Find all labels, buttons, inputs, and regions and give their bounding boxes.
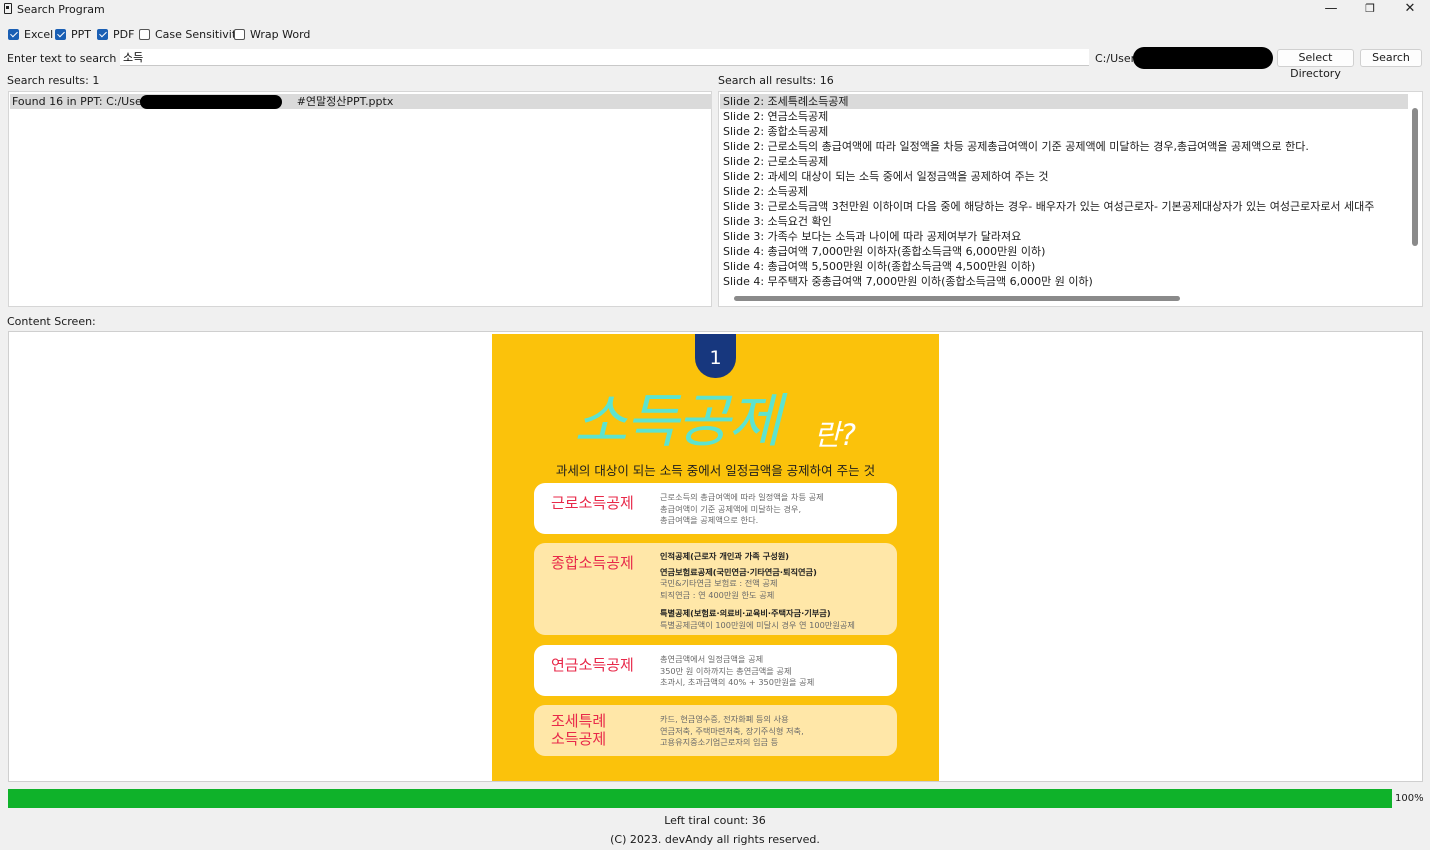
list-item[interactable]: Slide 2: 조세특례소득공제 bbox=[720, 94, 1408, 109]
pdf-label: PDF bbox=[113, 27, 135, 41]
app-icon bbox=[4, 3, 12, 14]
checkbox-checked-icon bbox=[55, 28, 66, 40]
search-results-count: Search results: 1 bbox=[7, 74, 100, 87]
card-text: 총연금액에서 일정금액을 공제 350만 원 이하까지는 총연금액을 공제 초과… bbox=[660, 654, 815, 687]
content-screen: 1 소득공제 란? 과세의 대상이 되는 소득 중에서 일정금액을 공제하여 주… bbox=[8, 331, 1423, 782]
search-label: Enter text to search for: bbox=[7, 52, 139, 65]
ppt-label: PPT bbox=[71, 27, 91, 41]
list-item[interactable]: Slide 4: 무주택자 중총급여액 7,000만원 이하(종합소득금액 6,… bbox=[720, 274, 1408, 289]
slide-subtitle: 과세의 대상이 되는 소득 중에서 일정금액을 공제하여 주는 것 bbox=[555, 463, 876, 478]
close-button[interactable]: ✕ bbox=[1390, 0, 1430, 18]
progress-bar bbox=[8, 789, 1392, 808]
search-button[interactable]: Search bbox=[1360, 49, 1422, 67]
search-input[interactable] bbox=[120, 49, 1089, 66]
slide-card: 조세특례 소득공제 카드, 현금영수증, 전자화폐 등의 사용 연금저축, 주택… bbox=[534, 705, 897, 756]
case-sensitivity-checkbox[interactable]: Case Sensitivity bbox=[139, 27, 243, 41]
card-title: 종합소득공제 bbox=[551, 554, 634, 572]
progress-fill bbox=[8, 789, 1392, 808]
card-text: 근로소득의 총급여액에 따라 일정액을 차등 공제 총급여액이 기준 공제액에 … bbox=[660, 492, 824, 525]
card-text: 카드, 현금영수증, 전자화폐 등의 사용 연금저축, 주택마련저축, 장기주식… bbox=[660, 714, 804, 747]
redacted-path bbox=[140, 95, 282, 109]
list-item[interactable]: Slide 3: 소득요건 확인 bbox=[720, 214, 1408, 229]
slide-number-badge: 1 bbox=[695, 334, 736, 378]
all-results-items: Slide 2: 조세특례소득공제 Slide 2: 연금소득공제 Slide … bbox=[720, 94, 1408, 289]
checkbox-checked-icon bbox=[97, 28, 108, 40]
list-item[interactable]: Slide 2: 근로소득공제 bbox=[720, 154, 1408, 169]
slide-title: 소득공제 bbox=[574, 387, 781, 455]
all-results-list[interactable]: Slide 2: 조세특례소득공제 Slide 2: 연금소득공제 Slide … bbox=[718, 91, 1423, 307]
card-text: 인적공제(근로자 개인과 가족 구성원) 연금보험료공제(국민연금·기타연금·퇴… bbox=[660, 551, 855, 630]
card-title: 연금소득공제 bbox=[551, 656, 634, 674]
search-all-results-count: Search all results: 16 bbox=[718, 74, 834, 87]
case-sensitivity-label: Case Sensitivity bbox=[155, 27, 243, 41]
list-item[interactable]: Slide 2: 과세의 대상이 되는 소득 중에서 일정금액을 공제하여 주는… bbox=[720, 169, 1408, 184]
progress-percent: 100% bbox=[1395, 793, 1424, 804]
result-item[interactable]: Found 16 in PPT: C:/Users/ #연말정산PPT.pptx bbox=[10, 94, 712, 109]
list-item[interactable]: Slide 2: 근로소득의 총급여액에 따라 일정액을 차등 공제총급여액이 … bbox=[720, 139, 1408, 154]
slide-card: 연금소득공제 총연금액에서 일정금액을 공제 350만 원 이하까지는 총연금액… bbox=[534, 645, 897, 696]
list-item[interactable]: Slide 2: 연금소득공제 bbox=[720, 109, 1408, 124]
ppt-checkbox[interactable]: PPT bbox=[55, 27, 91, 41]
maximize-button[interactable]: ❐ bbox=[1350, 0, 1390, 18]
list-item[interactable]: Slide 4: 총급여액 5,500만원 이하(종합소득금액 4,500만원 … bbox=[720, 259, 1408, 274]
wrap-word-label: Wrap Word bbox=[250, 27, 311, 41]
list-item[interactable]: Slide 2: 종합소득공제 bbox=[720, 124, 1408, 139]
list-item[interactable]: Slide 3: 가족수 보다는 소득과 나이에 따라 공제여부가 달라져요 bbox=[720, 229, 1408, 244]
content-screen-label: Content Screen: bbox=[7, 315, 96, 328]
checkbox-checked-icon bbox=[8, 28, 19, 40]
slide-title-suffix: 란? bbox=[814, 418, 857, 452]
slide-card: 근로소득공제 근로소득의 총급여액에 따라 일정액을 차등 공제 총급여액이 기… bbox=[534, 483, 897, 534]
select-directory-button[interactable]: Select Directory bbox=[1277, 49, 1354, 80]
minimize-button[interactable]: — bbox=[1311, 0, 1351, 18]
slide-preview: 1 소득공제 란? 과세의 대상이 되는 소득 중에서 일정금액을 공제하여 주… bbox=[492, 334, 939, 781]
checkbox-unchecked-icon bbox=[139, 28, 150, 40]
card-title: 조세특례 소득공제 bbox=[551, 712, 607, 748]
wrap-word-checkbox[interactable]: Wrap Word bbox=[234, 27, 310, 41]
excel-checkbox[interactable]: Excel bbox=[8, 27, 53, 41]
title-bar bbox=[0, 0, 1430, 18]
copyright: (C) 2023. devAndy all rights reserved. bbox=[610, 833, 820, 846]
list-item[interactable]: Slide 2: 소득공제 bbox=[720, 184, 1408, 199]
result-item-filename: #연말정산PPT.pptx bbox=[296, 95, 394, 108]
result-item-path: Found 16 in PPT: C:/Users/ bbox=[12, 95, 156, 108]
pdf-checkbox[interactable]: PDF bbox=[97, 27, 134, 41]
results-list[interactable]: Found 16 in PPT: C:/Users/ #연말정산PPT.pptx bbox=[8, 91, 712, 307]
list-item[interactable]: Slide 4: 총급여액 7,000만원 이하자(종합소득금액 6,000만원… bbox=[720, 244, 1408, 259]
list-item[interactable]: Slide 3: 근로소득금액 3천만원 이하이며 다음 중에 해당하는 경우-… bbox=[720, 199, 1408, 214]
redacted-directory bbox=[1133, 47, 1273, 69]
checkbox-unchecked-icon bbox=[234, 28, 245, 40]
excel-label: Excel bbox=[24, 27, 54, 41]
trial-count: Left tiral count: 36 bbox=[664, 814, 766, 827]
card-title: 근로소득공제 bbox=[551, 494, 634, 512]
vertical-scrollbar[interactable] bbox=[1412, 108, 1418, 246]
window-title: Search Program bbox=[17, 3, 105, 16]
slide-card: 종합소득공제 인적공제(근로자 개인과 가족 구성원) 연금보험료공제(국민연금… bbox=[534, 543, 897, 635]
horizontal-scrollbar[interactable] bbox=[734, 296, 1180, 301]
